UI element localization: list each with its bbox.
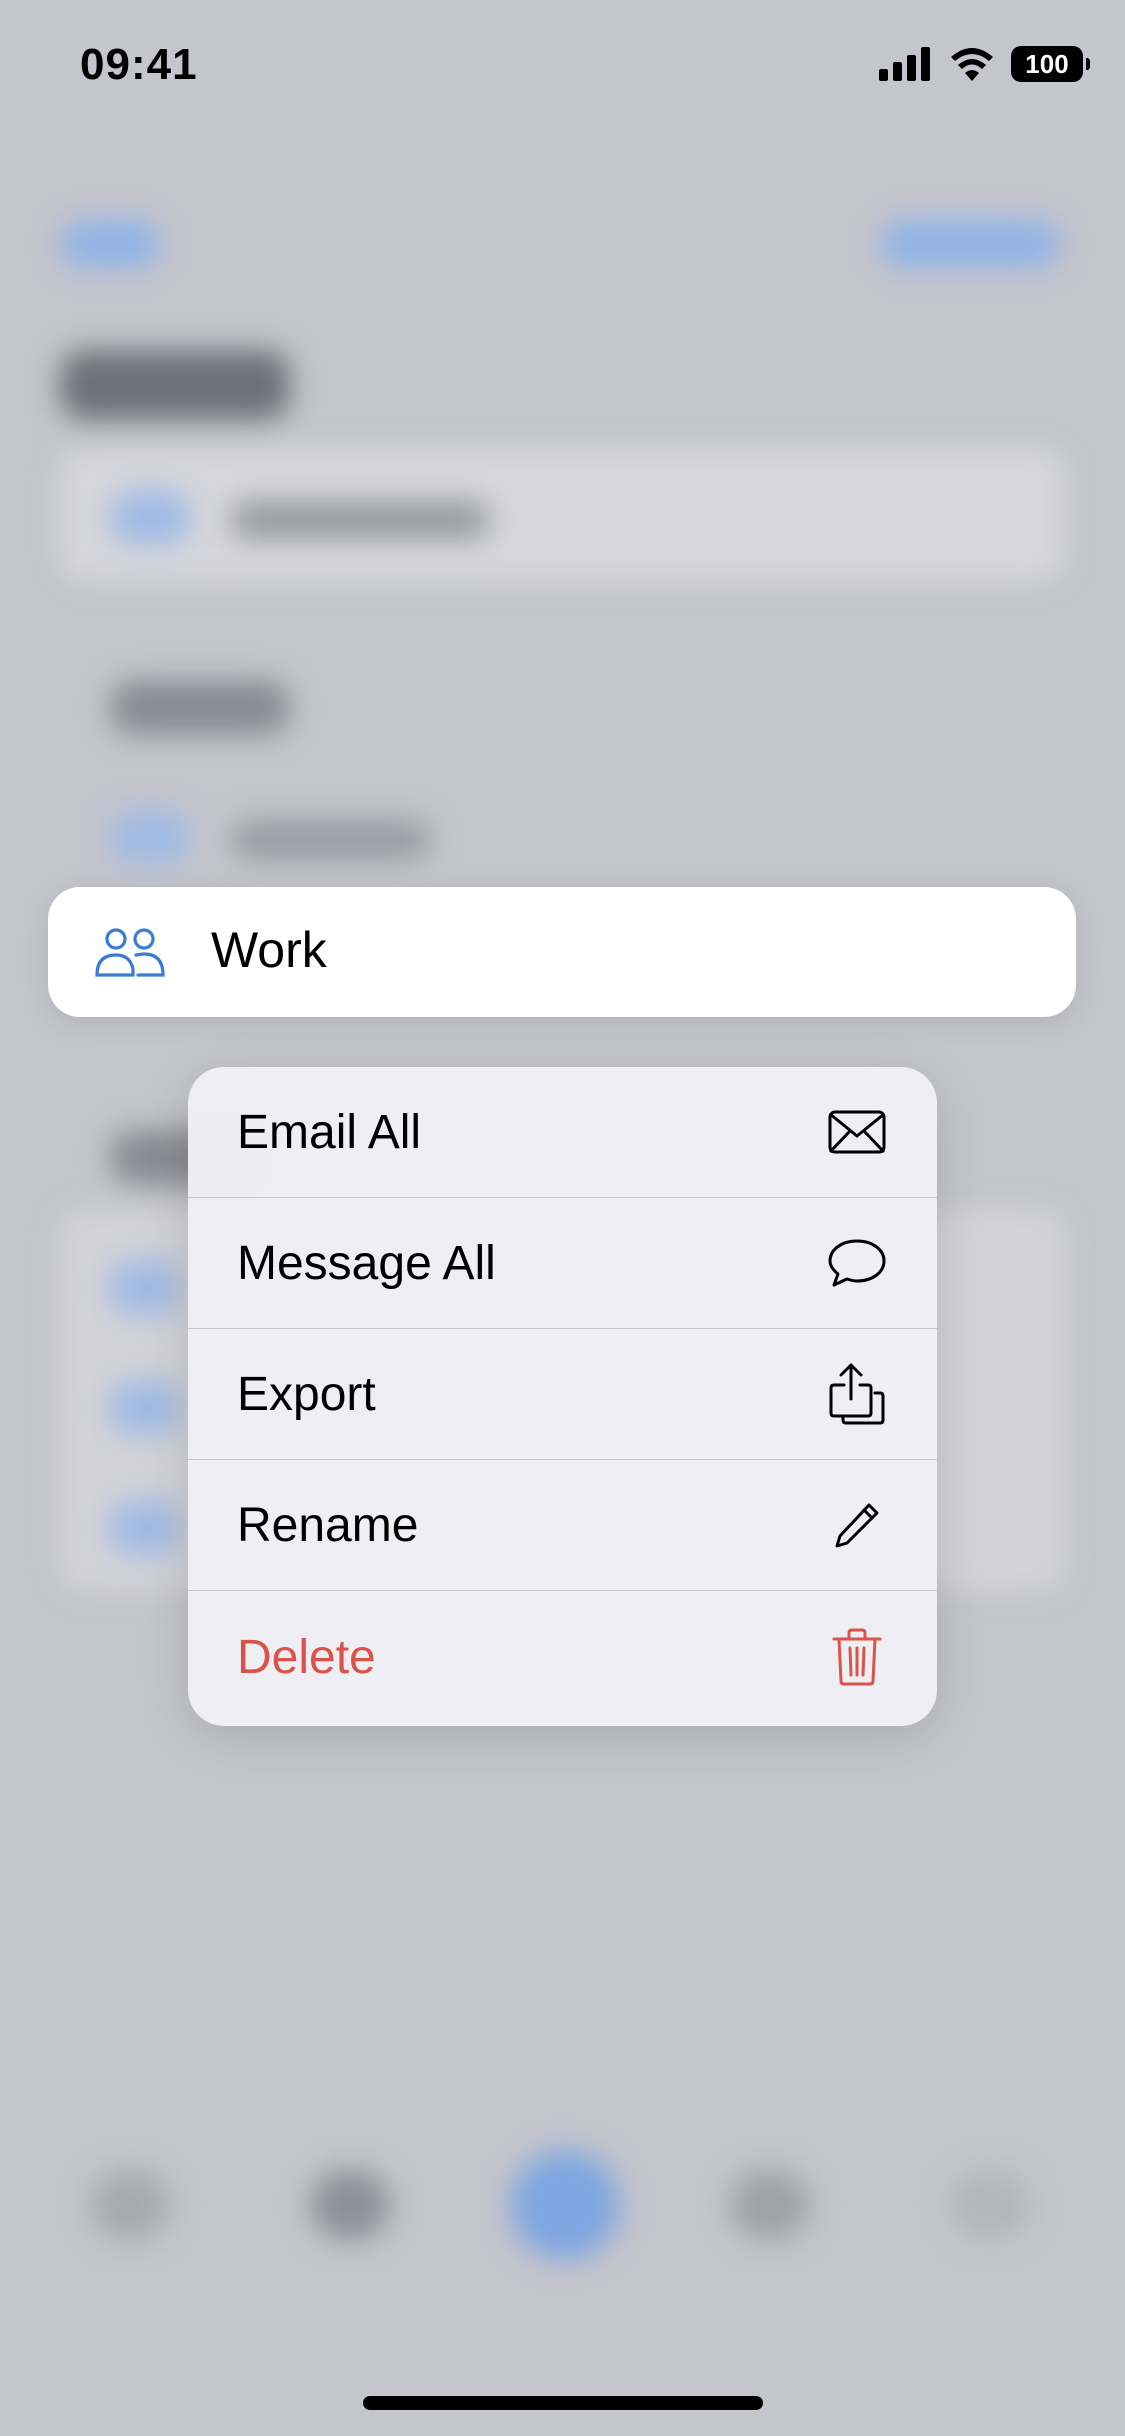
blurred-list-icon	[110, 1380, 180, 1435]
cellular-signal-icon	[879, 47, 930, 81]
status-bar: 09:41 100	[0, 0, 1125, 140]
blurred-list-icon	[110, 810, 190, 865]
menu-item-delete[interactable]: Delete	[188, 1591, 937, 1723]
share-icon	[827, 1363, 887, 1425]
pencil-icon	[827, 1495, 887, 1555]
blurred-list-icon	[110, 1500, 180, 1555]
context-menu: Email All Message All Export Rename Dele…	[188, 1067, 937, 1726]
blurred-tab-icon	[90, 2170, 170, 2240]
blurred-tab-icon	[950, 2170, 1030, 2240]
wifi-icon	[951, 48, 993, 81]
two-people-icon	[95, 928, 165, 977]
blurred-list-text	[230, 500, 490, 540]
blurred-section-header	[110, 680, 290, 735]
menu-item-label: Message All	[237, 1236, 496, 1290]
blurred-page-title	[60, 350, 290, 420]
group-name: Work	[211, 922, 327, 978]
envelope-icon	[827, 1102, 887, 1162]
blurred-back-button	[60, 220, 160, 268]
menu-item-label: Delete	[237, 1630, 376, 1684]
menu-item-message-all[interactable]: Message All	[188, 1198, 937, 1329]
blurred-list-text	[230, 820, 430, 860]
blurred-tab-icon	[730, 2170, 810, 2240]
menu-item-email-all[interactable]: Email All	[188, 1067, 937, 1198]
speech-bubble-icon	[827, 1233, 887, 1293]
status-icons: 100	[879, 46, 1090, 82]
menu-item-label: Email All	[237, 1105, 422, 1159]
blurred-tab-icon	[310, 2170, 390, 2240]
blurred-add-button	[880, 220, 1060, 268]
blurred-list-icon	[110, 1260, 180, 1315]
blurred-list-section	[60, 450, 1065, 580]
trash-icon	[827, 1627, 887, 1687]
home-indicator[interactable]	[363, 2396, 763, 2410]
status-time: 09:41	[80, 40, 198, 89]
blurred-tab-icon-active	[510, 2150, 620, 2260]
battery-level: 100	[1025, 48, 1069, 79]
menu-item-export[interactable]: Export	[188, 1329, 937, 1460]
battery-icon: 100	[1011, 46, 1090, 82]
menu-item-rename[interactable]: Rename	[188, 1460, 937, 1591]
menu-item-label: Export	[237, 1367, 376, 1421]
blurred-list-icon	[110, 490, 190, 545]
menu-item-label: Rename	[237, 1498, 419, 1552]
group-preview-card[interactable]: Work	[48, 887, 1076, 1017]
